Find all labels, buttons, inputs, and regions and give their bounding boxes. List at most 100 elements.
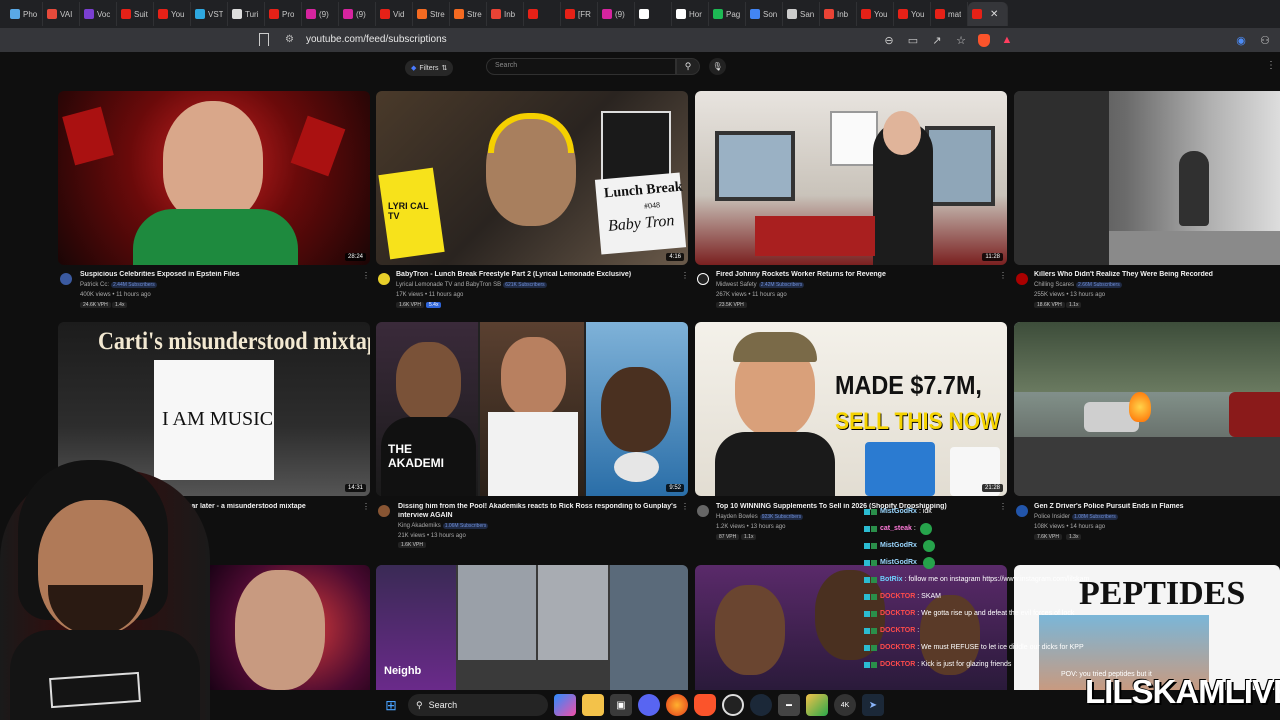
video-title[interactable]: Killers Who Didn't Realize They Were Bei…	[1034, 271, 1274, 278]
profile-icon[interactable]: ⚇	[1258, 34, 1272, 47]
video-thumbnail[interactable]: LYRI CAL TV Lunch Break #048 Baby Tron 4…	[376, 91, 688, 265]
filters-button[interactable]: ◆ Filters ⇅	[405, 60, 454, 76]
firefox-icon[interactable]	[666, 694, 688, 716]
search-input[interactable]: Search	[486, 58, 676, 75]
browser-tab[interactable]: San	[783, 2, 820, 26]
channel-name[interactable]: Lyrical Lemonade TV	[396, 282, 452, 288]
more-actions-icon[interactable]: ⋮	[362, 502, 370, 511]
browser-tab[interactable]: You	[154, 2, 191, 26]
app2-icon[interactable]	[806, 694, 828, 716]
browser-tab[interactable]: Stre	[450, 2, 487, 26]
channel-name-2[interactable]: and BabyTron SB	[454, 282, 501, 288]
address-bar[interactable]: ⚙ youtube.com/feed/subscriptions ⊖ ▭ ↗ ☆…	[0, 28, 1280, 52]
taskbar-search[interactable]: ⚲ Search	[408, 694, 548, 716]
video-thumbnail[interactable]	[1014, 91, 1280, 265]
browser-tab[interactable]: [FR	[561, 2, 598, 26]
video-title[interactable]: BabyTron - Lunch Break Freestyle Part 2 …	[396, 271, 681, 278]
browser-tab[interactable]: ✕	[968, 2, 1008, 26]
brave-icon[interactable]	[694, 694, 716, 716]
browser-tab[interactable]: Son	[746, 2, 783, 26]
browser-tab[interactable]: Pho	[6, 2, 43, 26]
tab-title: You	[171, 9, 185, 19]
channel-avatar[interactable]	[697, 273, 709, 285]
browser-tab[interactable]	[635, 2, 672, 26]
channel-name[interactable]: Hayden Bowles	[716, 514, 758, 520]
brave-shield-icon[interactable]	[978, 33, 990, 47]
video-card[interactable]: 28:24 Suspicious Celebrities Exposed in …	[58, 91, 370, 311]
site-info-icon[interactable]: ⚙	[285, 34, 294, 45]
store-icon[interactable]: ▣	[610, 694, 632, 716]
browser-tab[interactable]: Inb	[820, 2, 857, 26]
video-thumbnail[interactable]: THE AKADEMI 9:52	[376, 322, 688, 496]
video-card[interactable]: LYRI CAL TV Lunch Break #048 Baby Tron 4…	[376, 91, 689, 311]
browser-tab[interactable]: Inb	[487, 2, 524, 26]
channel-name[interactable]: Midwest Safety	[716, 282, 757, 288]
obs-icon[interactable]	[722, 694, 744, 716]
browser-tab[interactable]: Voc	[80, 2, 117, 26]
browser-tab[interactable]: VAI	[43, 2, 80, 26]
extension-icon[interactable]: ◉	[1234, 34, 1248, 47]
bookmark-icon[interactable]	[259, 33, 269, 46]
video-card[interactable]: THE AKADEMI 9:52 Dissing him from the Po…	[376, 322, 689, 552]
voice-search-button[interactable]: 🎙︎	[709, 58, 726, 75]
search-button[interactable]: ⚲	[676, 58, 700, 75]
channel-name[interactable]: Chilling Scares	[1034, 282, 1074, 288]
video-thumbnail[interactable]: Neighb	[376, 565, 688, 690]
video-card[interactable]: Killers Who Didn't Realize They Were Bei…	[1014, 91, 1280, 311]
more-actions-icon[interactable]: ⋮	[681, 271, 689, 280]
app-icon[interactable]: ▬	[778, 694, 800, 716]
browser-tab[interactable]: (9)	[339, 2, 376, 26]
url-text[interactable]: youtube.com/feed/subscriptions	[306, 34, 447, 45]
browser-tab[interactable]: (9)	[598, 2, 635, 26]
browser-tab[interactable]: VST	[191, 2, 228, 26]
channel-avatar[interactable]	[378, 273, 390, 285]
more-options-icon[interactable]: ⋮	[1266, 60, 1276, 71]
close-tab-icon[interactable]: ✕	[990, 9, 998, 20]
cast-icon[interactable]: ▭	[906, 34, 920, 47]
browser-tab[interactable]: Stre	[413, 2, 450, 26]
channel-name[interactable]: Patrick Cc:	[80, 282, 109, 288]
made-money-text: MADE $7.7M,	[835, 370, 982, 400]
channel-name[interactable]: King Akademiks	[398, 523, 441, 529]
video-card[interactable]: 11:28 Fired Johnny Rockets Worker Return…	[695, 91, 1007, 311]
zoom-icon[interactable]: ⊖	[882, 34, 896, 47]
browser-tab[interactable]: Turi	[228, 2, 265, 26]
bookmark-star-icon[interactable]: ☆	[954, 34, 968, 47]
steam-icon[interactable]	[750, 694, 772, 716]
steam2-icon[interactable]: ➤	[862, 694, 884, 716]
browser-tab[interactable]: Pag	[709, 2, 746, 26]
channel-avatar[interactable]	[697, 505, 709, 517]
video-title[interactable]: Fired Johnny Rockets Worker Returns for …	[716, 271, 996, 278]
share-icon[interactable]: ↗	[930, 34, 944, 47]
card-diamond	[290, 115, 346, 177]
windows-icon[interactable]: ⊞	[380, 694, 402, 716]
video-thumbnail[interactable]: 11:28	[695, 91, 1007, 265]
browser-tab[interactable]: Suit	[117, 2, 154, 26]
more-actions-icon[interactable]: ⋮	[681, 502, 689, 511]
channel-avatar[interactable]	[378, 505, 390, 517]
more-actions-icon[interactable]: ⋮	[999, 271, 1007, 280]
brave-rewards-icon[interactable]: ▲	[1000, 34, 1014, 46]
video-thumbnail[interactable]	[200, 565, 370, 690]
copilot-icon[interactable]	[554, 694, 576, 716]
browser-tab[interactable]: You	[857, 2, 894, 26]
channel-avatar[interactable]	[1016, 273, 1028, 285]
browser-tab[interactable]: mat	[931, 2, 968, 26]
discord-icon[interactable]	[638, 694, 660, 716]
browser-tab[interactable]: Pro	[265, 2, 302, 26]
channel-avatar[interactable]	[60, 273, 72, 285]
file-explorer-icon[interactable]	[582, 694, 604, 716]
browser-tab[interactable]: Hor	[672, 2, 709, 26]
video-title-line-2[interactable]: interview AGAIN	[398, 512, 678, 519]
browser-tab[interactable]: (9)	[302, 2, 339, 26]
video-thumbnail[interactable]: 28:24	[58, 91, 370, 265]
4k-icon[interactable]: 4K	[834, 694, 856, 716]
browser-tab[interactable]: Vid	[376, 2, 413, 26]
video-title[interactable]: Dissing him from the Pool! Akademiks rea…	[398, 503, 680, 510]
video-title[interactable]: Suspicious Celebrities Exposed in Epstei…	[80, 271, 360, 278]
video-thumbnail[interactable]	[1014, 322, 1280, 496]
video-thumbnail[interactable]: MADE $7.7M, SELL THIS NOW 21:28	[695, 322, 1007, 496]
more-actions-icon[interactable]: ⋮	[362, 271, 370, 280]
browser-tab[interactable]: You	[894, 2, 931, 26]
browser-tab[interactable]	[524, 2, 561, 26]
